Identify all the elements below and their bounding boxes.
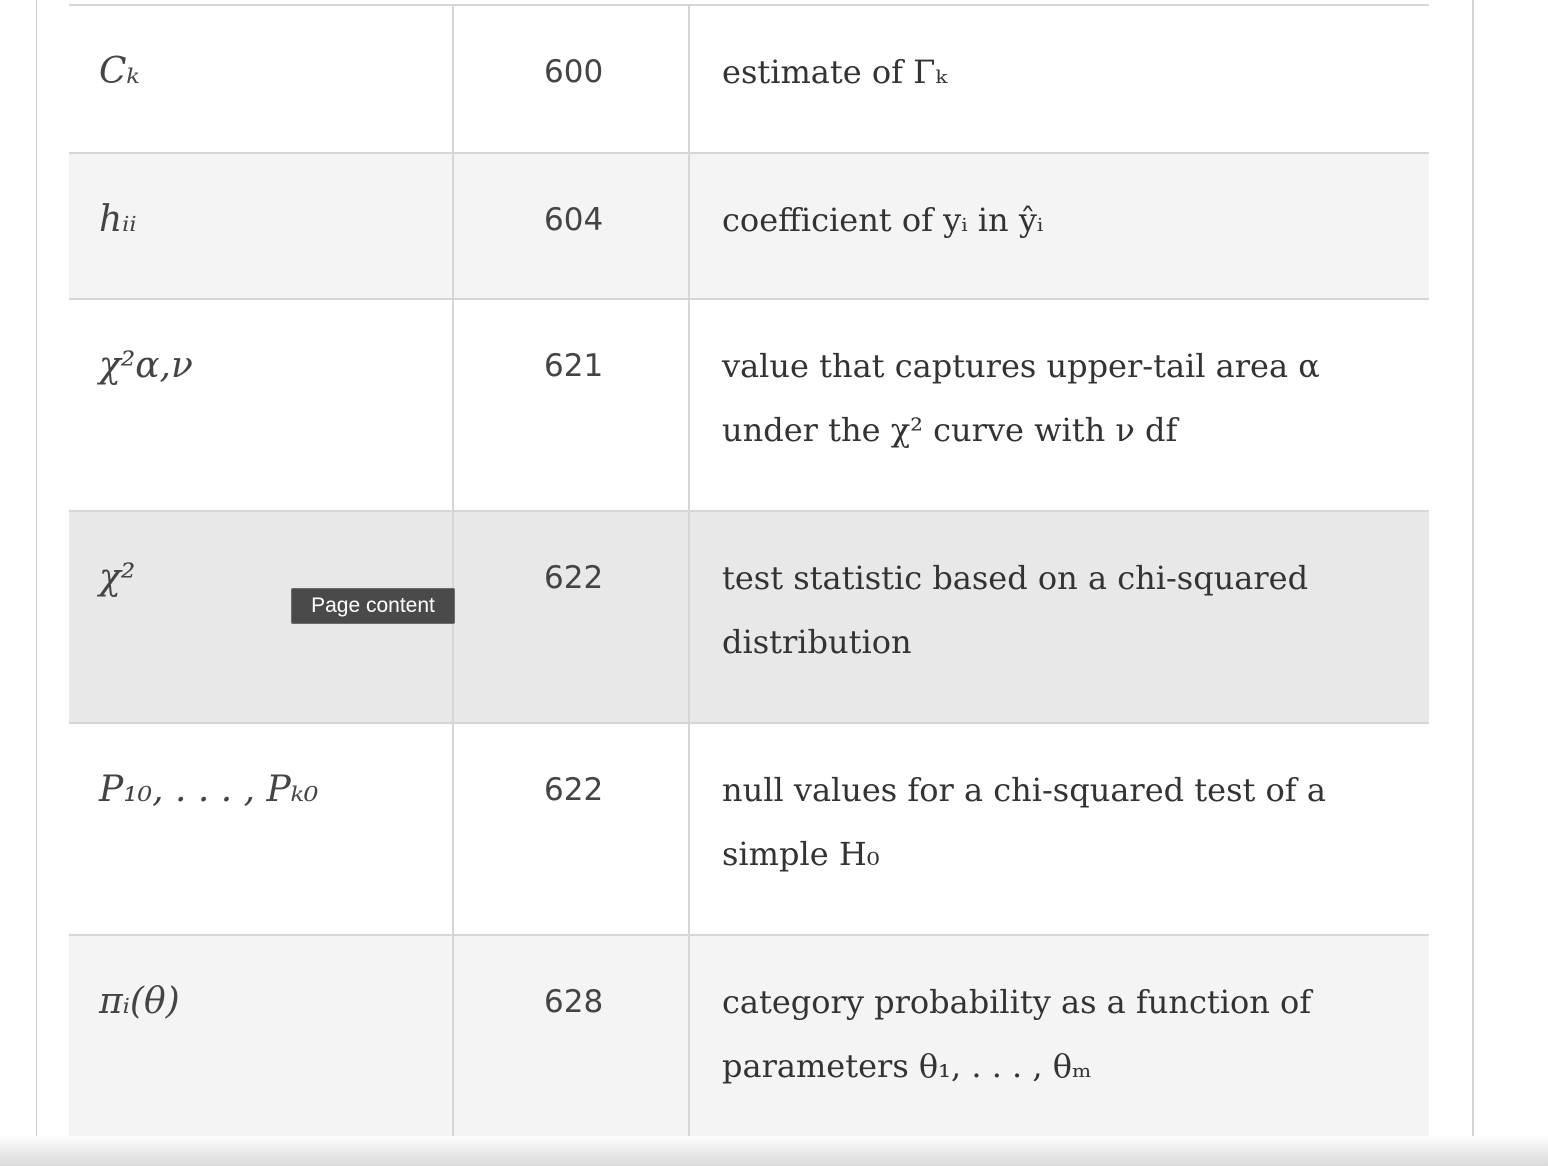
page-number-cell: 622 xyxy=(452,722,689,936)
window-bottom-edge xyxy=(0,1136,1548,1166)
table-row-hovered: χ² 622 test statistic based on a chi-squ… xyxy=(69,510,1429,724)
description-cell: estimate of Γₖ xyxy=(688,4,1429,154)
table-row: P₁₀, . . . , Pₖ₀ 622 null values for a c… xyxy=(69,722,1429,936)
table-row: Cₖ 600 estimate of Γₖ xyxy=(69,4,1429,154)
page-number-cell: 604 xyxy=(452,152,689,300)
description-text: test statistic based on a chi-squared di… xyxy=(722,559,1309,661)
description-cell: value that captures upper-tail area α un… xyxy=(688,298,1429,512)
page-number-cell: 621 xyxy=(452,298,689,512)
page-number-cell: 622 xyxy=(452,510,689,724)
content-frame-left-border xyxy=(36,0,37,1166)
symbol-cell: Cₖ xyxy=(69,4,453,154)
symbol-cell: χ²α,ν xyxy=(69,298,453,512)
description-cell: category probability as a function of pa… xyxy=(688,934,1429,1148)
description-cell: null values for a chi-squared test of a … xyxy=(688,722,1429,936)
page-content-tooltip: Page content xyxy=(291,588,455,624)
description-text: value that captures upper-tail area α un… xyxy=(722,347,1320,449)
description-cell: test statistic based on a chi-squared di… xyxy=(688,510,1429,724)
page: Cₖ 600 estimate of Γₖ hᵢᵢ 604 coefficien… xyxy=(0,0,1548,1166)
description-text: coefficient of yᵢ in ŷᵢ xyxy=(722,201,1044,239)
symbol-cell: P₁₀, . . . , Pₖ₀ xyxy=(69,722,453,936)
description-text: estimate of Γₖ xyxy=(722,53,947,91)
symbol-cell: hᵢᵢ xyxy=(69,152,453,300)
page-number-cell: 600 xyxy=(452,4,689,154)
description-text: category probability as a function of pa… xyxy=(722,983,1312,1085)
description-text: null values for a chi-squared test of a … xyxy=(722,771,1326,873)
table-row: hᵢᵢ 604 coefficient of yᵢ in ŷᵢ xyxy=(69,152,1429,300)
content-frame-right-border xyxy=(1472,0,1474,1166)
table-row: πᵢ(θ) 628 category probability as a func… xyxy=(69,934,1429,1148)
description-cell: coefficient of yᵢ in ŷᵢ xyxy=(688,152,1429,300)
table-row: χ²α,ν 621 value that captures upper-tail… xyxy=(69,298,1429,512)
page-number-cell: 628 xyxy=(452,934,689,1148)
symbol-cell: πᵢ(θ) xyxy=(69,934,453,1148)
symbols-table: Cₖ 600 estimate of Γₖ hᵢᵢ 604 coefficien… xyxy=(69,4,1429,1166)
